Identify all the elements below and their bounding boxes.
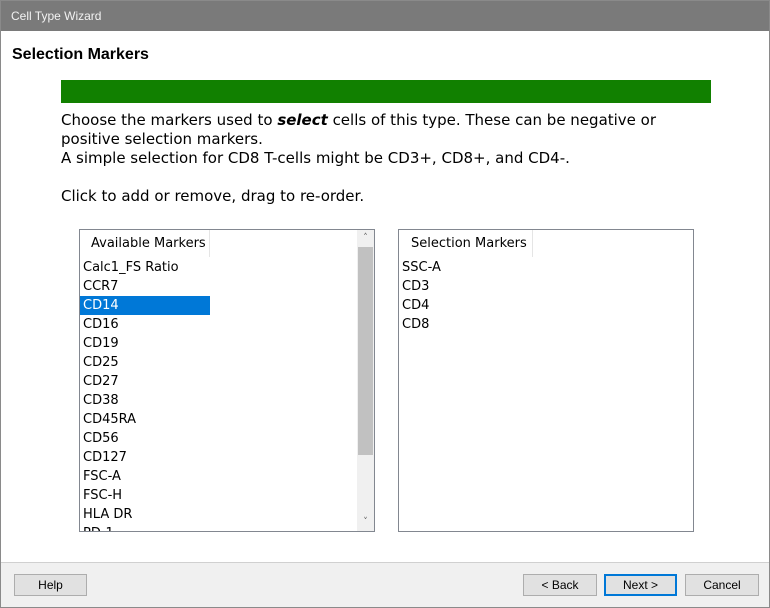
cell-type-wizard-window: Cell Type Wizard Selection Markers Choos… [0,0,770,608]
instruction-line-2: A simple selection for CD8 T-cells might… [61,149,570,167]
back-button[interactable]: < Back [523,574,597,596]
marker-list-item[interactable]: CD38 [80,391,210,410]
selection-markers-list[interactable]: Selection Markers SSC-A CD3 CD4 CD8 [398,229,694,532]
marker-list-item[interactable]: FSC-A [80,467,210,486]
instructions-text: Choose the markers used to select cells … [61,111,701,206]
marker-list-item[interactable]: SSC-A [399,258,529,277]
scrollbar-thumb[interactable] [358,247,373,455]
selection-markers-header[interactable]: Selection Markers [399,230,533,257]
marker-list-item[interactable]: CD3 [399,277,529,296]
marker-list-item[interactable]: FSC-H [80,486,210,505]
title-bar[interactable]: Cell Type Wizard [1,1,769,31]
marker-list-item[interactable]: CD45RA [80,410,210,429]
marker-list-item[interactable]: CCR7 [80,277,210,296]
instruction-line-1: Choose the markers used to select cells … [61,111,657,148]
marker-list-item[interactable]: PD-1 [80,524,210,531]
next-button[interactable]: Next > [604,574,677,596]
header-accent-bar [61,80,711,103]
scroll-up-arrow-icon[interactable]: ˄ [357,230,374,247]
marker-list-item[interactable]: CD14 [80,296,210,315]
marker-list-item[interactable]: CD16 [80,315,210,334]
instruction-line-3: Click to add or remove, drag to re-order… [61,187,365,205]
emphasis-select: select [277,111,328,129]
cancel-button[interactable]: Cancel [685,574,759,596]
window-title: Cell Type Wizard [11,9,102,23]
button-footer: Help < Back Next > Cancel [1,563,769,607]
marker-list-item[interactable]: CD27 [80,372,210,391]
marker-list-item[interactable]: CD19 [80,334,210,353]
marker-list-item[interactable]: CD4 [399,296,529,315]
selection-markers-items: SSC-A CD3 CD4 CD8 [399,258,693,334]
marker-list-item[interactable]: CD25 [80,353,210,372]
available-markers-scrollbar[interactable]: ˄ ˅ [357,230,374,531]
marker-list-item[interactable]: CD127 [80,448,210,467]
available-markers-header[interactable]: Available Markers [80,230,210,257]
help-button[interactable]: Help [14,574,87,596]
available-markers-items: Calc1_FS Ratio CCR7 CD14 CD16 CD19 CD25 CD27 CD… [80,258,356,531]
marker-list-item[interactable]: CD8 [399,315,529,334]
marker-list-item[interactable]: HLA DR [80,505,210,524]
marker-list-item[interactable]: Calc1_FS Ratio [80,258,210,277]
page-title: Selection Markers [12,46,149,63]
scroll-down-arrow-icon[interactable]: ˅ [357,514,374,531]
available-markers-list[interactable]: Available Markers Calc1_FS Ratio CCR7 CD14… [79,229,375,532]
marker-list-item[interactable]: CD56 [80,429,210,448]
